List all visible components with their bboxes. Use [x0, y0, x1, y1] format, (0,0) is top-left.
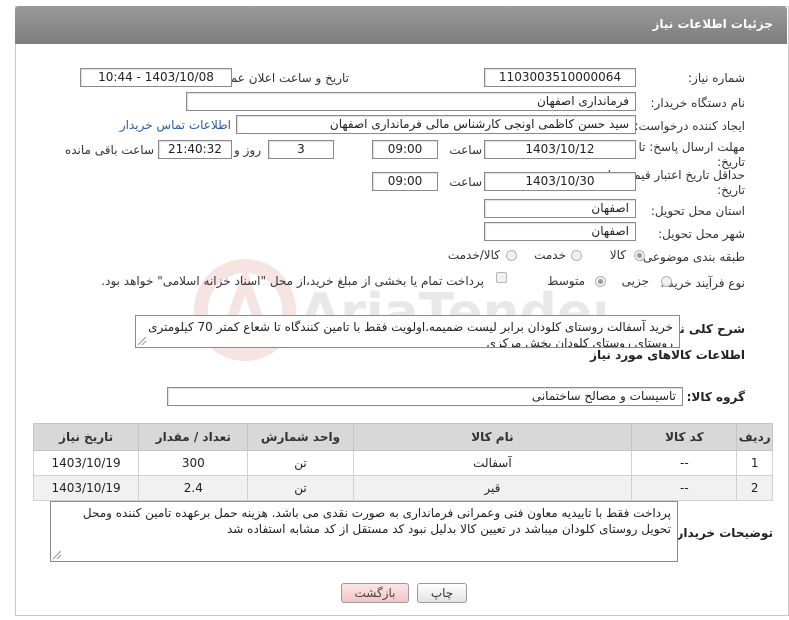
- creator-field: سید حسن کاظمی اونجی کارشناس مالی فرماندا…: [236, 115, 636, 134]
- cell-need-date: 1403/10/19: [32, 450, 140, 476]
- category-radio-service[interactable]: [571, 250, 582, 261]
- validity-time-field: 09:00: [372, 172, 438, 191]
- purchase-option-medium: متوسط: [547, 274, 585, 288]
- category-radio-goods[interactable]: [634, 250, 645, 261]
- cell-goods-code: --: [631, 450, 738, 476]
- cell-need-date: 1403/10/19: [32, 475, 140, 501]
- reply-deadline-label-date: تاریخ:: [717, 155, 745, 169]
- print-button[interactable]: چاپ: [417, 583, 467, 603]
- col-unit: واحد شمارش: [247, 423, 354, 451]
- purchase-type-label: نوع فرآیند خرید :: [660, 276, 745, 290]
- purchase-option-minor: جزیی: [621, 274, 649, 288]
- purchase-radio-minor[interactable]: [661, 276, 672, 287]
- province-field: اصفهان: [484, 199, 636, 218]
- category-option-service: خدمت: [534, 248, 566, 262]
- buyer-notes-label: توضیحات خریدار:: [671, 526, 773, 540]
- goods-info-title: اطلاعات کالاهای مورد نیاز: [590, 348, 745, 362]
- creator-label: ایجاد کننده درخواست:: [634, 119, 745, 133]
- goods-group-label: گروه کالا:: [686, 390, 745, 404]
- validity-time-label: ساعت: [449, 175, 482, 189]
- need-number-field: 1103003510000064: [484, 68, 636, 87]
- buyer-org-field: فرمانداری اصفهان: [186, 92, 636, 111]
- time-remaining-label: ساعت باقی مانده: [64, 143, 154, 157]
- cell-row-number: 2: [736, 475, 773, 501]
- category-option-goods-service: کالا/خدمت: [447, 248, 500, 262]
- reply-deadline-label: مهلت ارسال پاسخ: تا: [638, 140, 745, 154]
- description-textarea: خرید آسفالت روستای کلودان برابر لیست ضمی…: [135, 315, 680, 348]
- reply-time-label: ساعت: [449, 143, 482, 157]
- price-validity-label-date: تاریخ:: [717, 183, 745, 197]
- col-goods-code: کد کالا: [631, 423, 738, 451]
- buyer-org-label: نام دستگاه خریدار:: [650, 96, 746, 110]
- treasury-payment-note: پرداخت تمام یا بخشی از مبلغ خرید،از محل …: [101, 274, 484, 288]
- col-need-date: تاریخ نیاز: [32, 423, 140, 451]
- treasury-payment-checkbox[interactable]: [496, 272, 507, 283]
- cell-unit: تن: [247, 475, 354, 501]
- purchase-radio-medium[interactable]: [595, 276, 606, 287]
- province-label: استان محل تحویل:: [650, 204, 745, 218]
- buyer-notes-text: پرداخت فقط با تاییدیه معاون فنی وعمرانی …: [82, 506, 671, 536]
- cell-row-number: 1: [736, 450, 773, 476]
- resize-grip-icon[interactable]: [53, 551, 61, 559]
- reply-date-field: 1403/10/12: [484, 140, 636, 159]
- city-field: اصفهان: [484, 222, 636, 241]
- days-label: روز و: [234, 143, 261, 157]
- page-title: جزئیات اطلاعات نیاز: [652, 17, 773, 31]
- cell-goods-name: آسفالت: [352, 450, 633, 476]
- cell-goods-name: قیر: [352, 475, 633, 501]
- reply-time-field: 09:00: [372, 140, 438, 159]
- col-quantity: تعداد / مقدار: [138, 423, 249, 451]
- days-remaining-field: 3: [268, 140, 334, 159]
- description-text: خرید آسفالت روستای کلودان برابر لیست ضمی…: [148, 320, 673, 348]
- cell-unit: تن: [247, 450, 354, 476]
- time-remaining-field: 21:40:32: [158, 140, 232, 159]
- cell-quantity: 2.4: [138, 475, 249, 501]
- cell-goods-code: --: [631, 475, 738, 501]
- col-goods-name: نام کالا: [352, 423, 633, 451]
- city-label: شهر محل تحویل:: [658, 227, 745, 241]
- category-radio-goods-service[interactable]: [506, 250, 517, 261]
- table-row: 2 -- قیر تن 2.4 1403/10/19: [32, 475, 773, 501]
- announce-datetime-field: 1403/10/08 - 10:44: [80, 68, 232, 87]
- col-row-number: ردیف: [736, 423, 773, 451]
- cell-quantity: 300: [138, 450, 249, 476]
- goods-group-field: تاسیسات و مصالح ساختمانی: [167, 387, 683, 406]
- buyer-notes-textarea: پرداخت فقط با تاییدیه معاون فنی وعمرانی …: [50, 501, 678, 562]
- category-option-goods: کالا: [609, 248, 626, 262]
- buyer-contact-link[interactable]: اطلاعات تماس خریدار: [120, 118, 231, 132]
- panel-header: جزئیات اطلاعات نیاز: [15, 6, 787, 44]
- validity-date-field: 1403/10/30: [484, 172, 636, 191]
- category-label: طبقه بندی موضوعی:: [638, 250, 745, 264]
- goods-table: ردیف کد کالا نام کالا واحد شمارش تعداد /…: [32, 423, 773, 501]
- table-header-row: ردیف کد کالا نام کالا واحد شمارش تعداد /…: [32, 423, 773, 451]
- table-row: 1 -- آسفالت تن 300 1403/10/19: [32, 450, 773, 476]
- resize-grip-icon[interactable]: [138, 337, 146, 345]
- need-number-label: شماره نیاز:: [688, 71, 745, 85]
- back-button[interactable]: بازگشت: [341, 583, 409, 603]
